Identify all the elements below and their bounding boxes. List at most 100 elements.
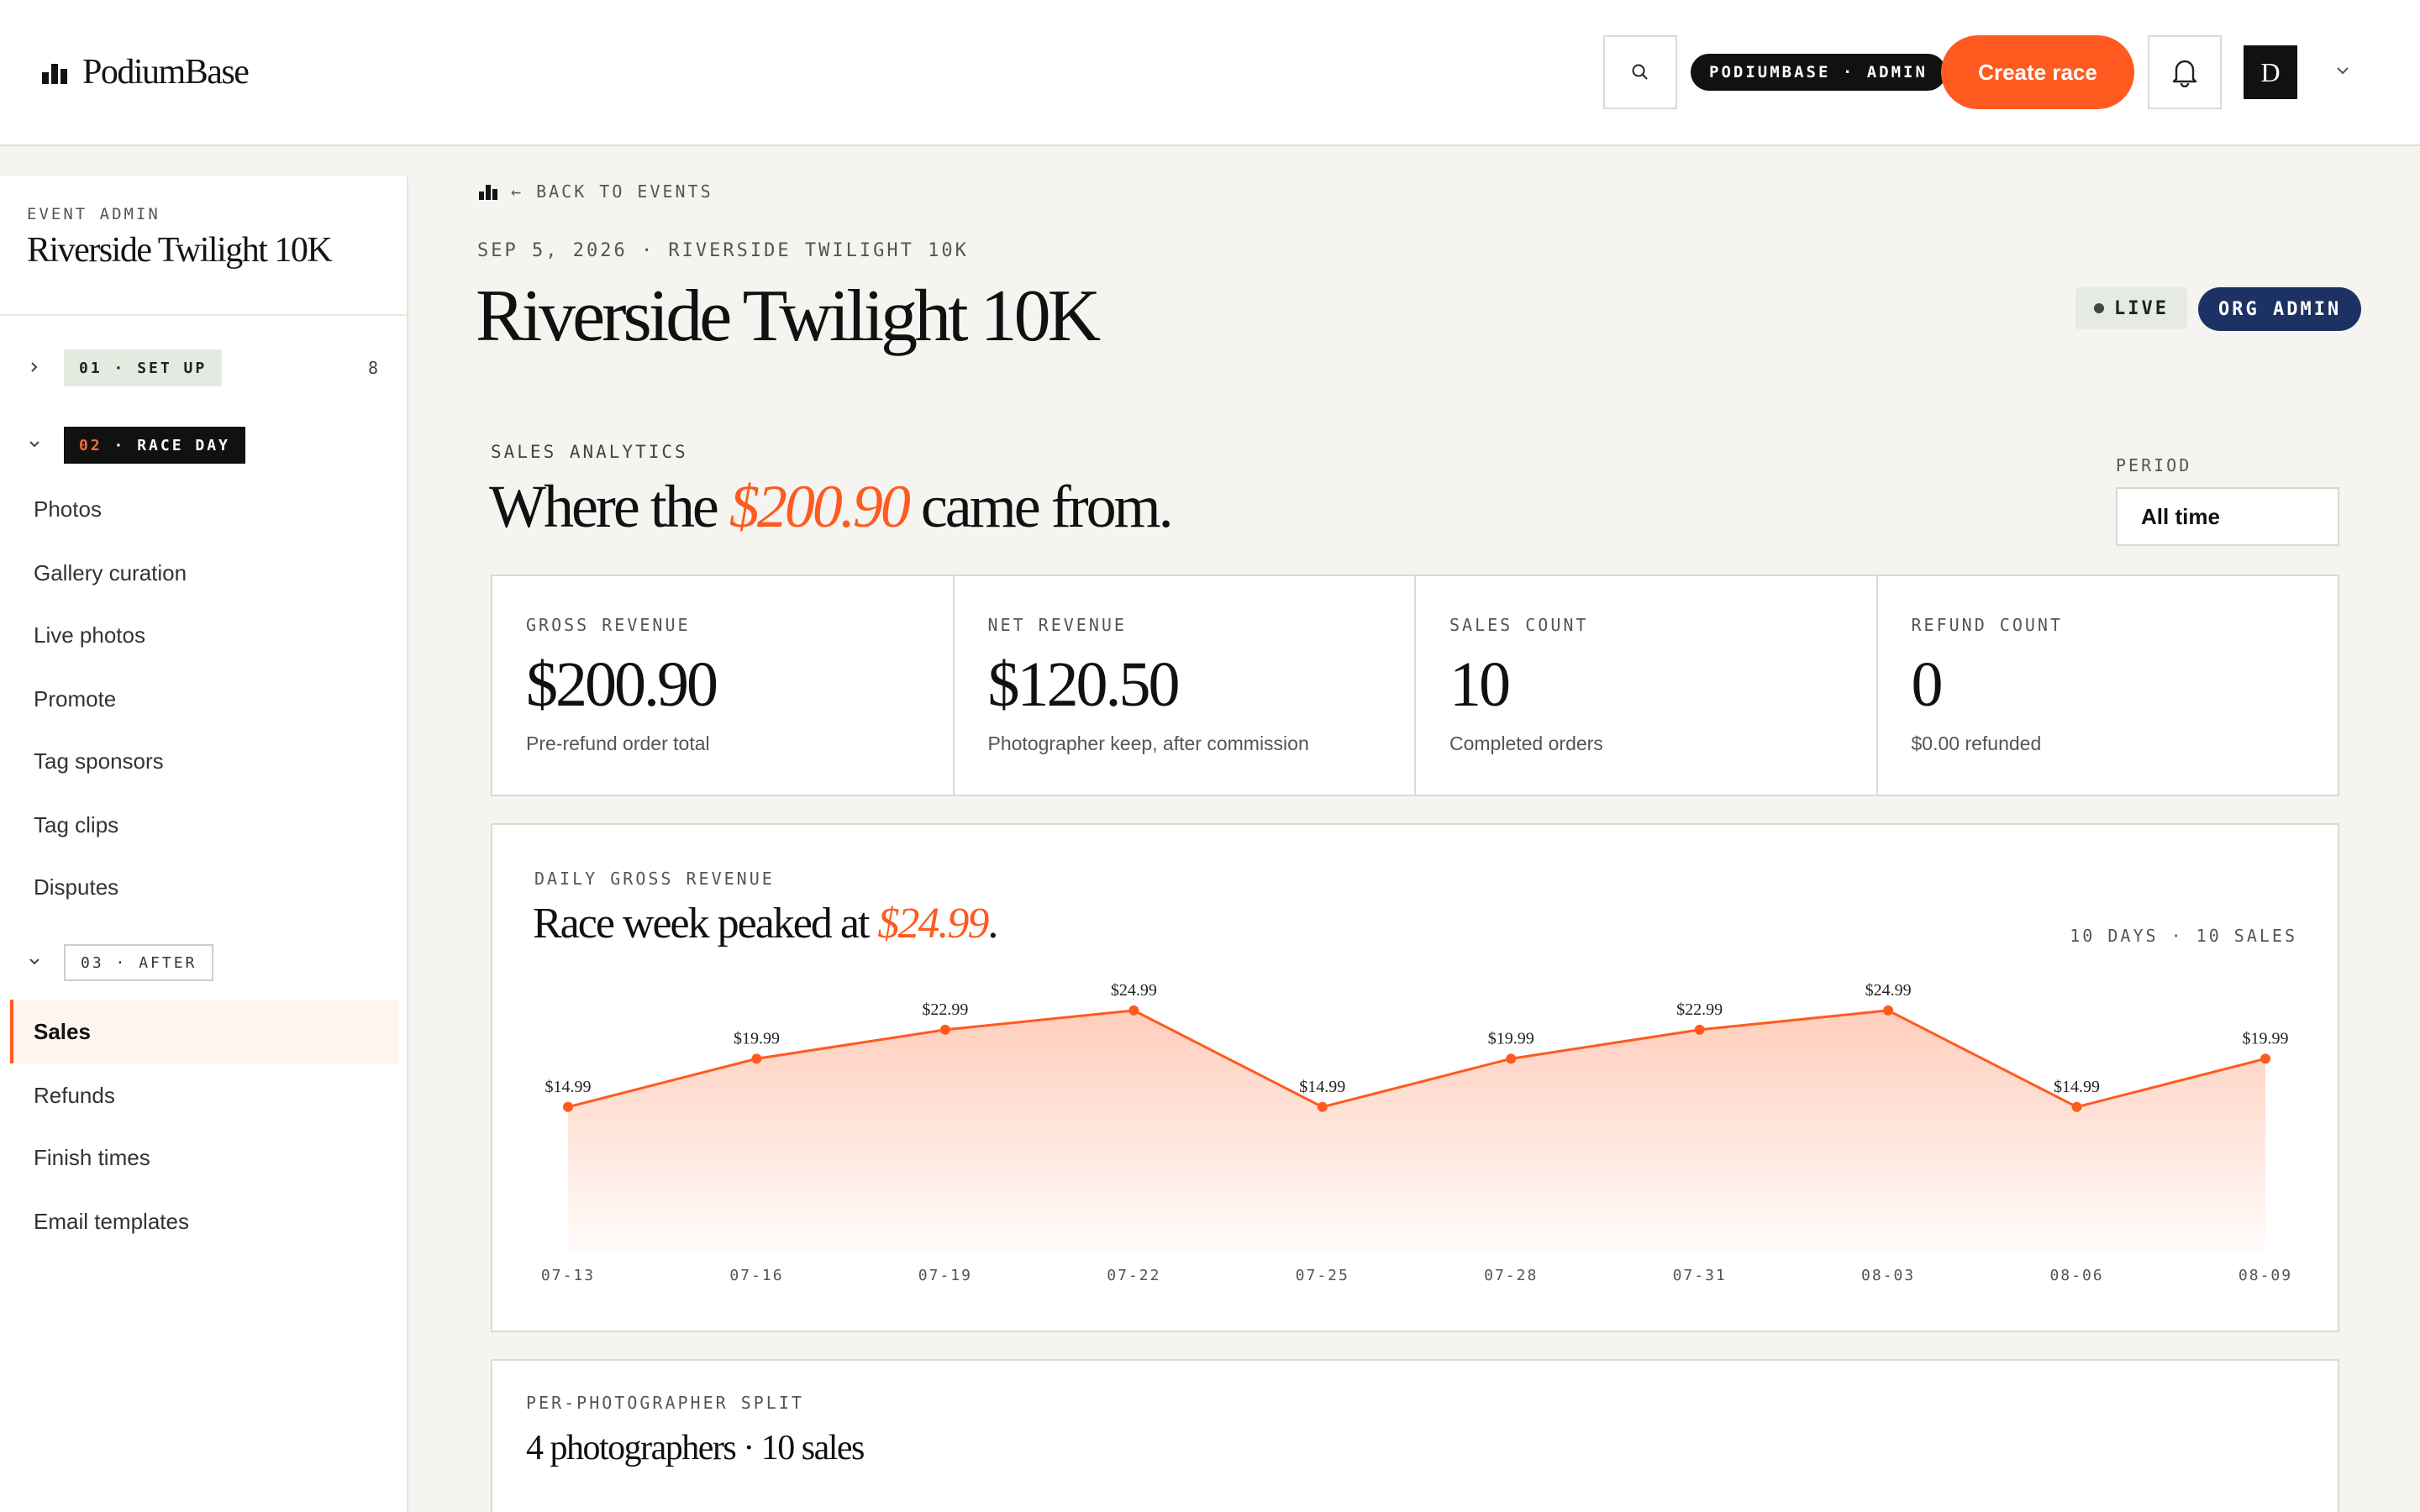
chart-data-label: $22.99 <box>922 1000 968 1019</box>
chart-data-label: $14.99 <box>1299 1078 1345 1096</box>
kpi-sales-count: SALES COUNT 10 Completed orders <box>1416 576 1878 795</box>
group-num: 01 <box>79 359 103 377</box>
chart-x-tick: 08-09 <box>2238 1267 2292 1284</box>
kpi-value: 10 <box>1449 649 1511 720</box>
sidebar-group-setup[interactable]: 01 · SET UP 8 <box>0 349 408 386</box>
bell-icon <box>2172 60 2197 87</box>
kpi-sub: Photographer keep, after commission <box>987 732 1309 754</box>
kpi-label: REFUND COUNT <box>1911 615 2063 635</box>
photographer-split-card: PER-PHOTOGRAPHER SPLIT 4 photographers ·… <box>491 1359 2339 1512</box>
org-admin-badge: ORG ADMIN <box>2198 287 2362 331</box>
back-to-events-link[interactable]: ← BACK TO EVENTS <box>479 181 713 202</box>
podium-icon <box>42 59 69 86</box>
group-count: 8 <box>367 358 378 378</box>
chart-data-label: $24.99 <box>1865 981 1912 1000</box>
chart-x-tick: 07-16 <box>729 1267 783 1284</box>
search-button[interactable] <box>1603 35 1677 109</box>
page-title: Riverside Twilight 10K <box>476 276 1101 357</box>
chart-point[interactable] <box>2071 1101 2082 1112</box>
live-status-badge: LIVE <box>2075 287 2187 329</box>
kpi-gross-revenue: GROSS REVENUE $200.90 Pre-refund order t… <box>492 576 955 795</box>
chart-data-label: $19.99 <box>1488 1029 1534 1047</box>
kpi-sub: Pre-refund order total <box>526 732 710 754</box>
chart-x-tick: 07-19 <box>918 1267 972 1284</box>
sidebar-item-photos[interactable]: Photos <box>10 477 398 541</box>
avatar[interactable]: D <box>2244 45 2297 99</box>
sidebar-item-tag-sponsors[interactable]: Tag sponsors <box>10 729 398 793</box>
sales-kicker: SALES ANALYTICS <box>491 442 688 462</box>
search-icon <box>1632 64 1648 80</box>
podium-icon <box>479 181 499 202</box>
notifications-button[interactable] <box>2148 35 2222 109</box>
kpi-label: GROSS REVENUE <box>526 615 691 635</box>
sidebar-item-live-photos[interactable]: Live photos <box>10 603 398 667</box>
chart-point[interactable] <box>751 1053 762 1064</box>
sales-head-pre: Where the <box>489 473 729 540</box>
chart-point[interactable] <box>1883 1005 1894 1016</box>
brand[interactable]: PodiumBase <box>42 52 250 92</box>
chart-point[interactable] <box>1317 1101 1328 1112</box>
chart-point[interactable] <box>1694 1024 1705 1035</box>
split-headline: 4 photographers · 10 sales <box>526 1429 865 1467</box>
chevron-down-icon <box>29 958 39 965</box>
sales-head-amount: $200.90 <box>729 473 911 540</box>
period-select[interactable]: All time <box>2116 487 2339 546</box>
sidebar-group-after[interactable]: 03 · AFTER <box>0 944 408 981</box>
kpi-sub: Completed orders <box>1449 732 1603 754</box>
chevron-down-icon <box>29 441 39 448</box>
chart-data-label: $19.99 <box>2243 1029 2289 1047</box>
group-badge-after: 03 · AFTER <box>64 944 214 981</box>
group-name: SET UP <box>137 359 208 377</box>
chart-point[interactable] <box>1128 1005 1139 1016</box>
daily-revenue-chart: $14.99 07-13 $19.99 07-16 $22.99 07-19 $24.99 0… <box>541 981 2292 1284</box>
period-label: PERIOD <box>2116 455 2192 475</box>
chart-area <box>568 1010 2265 1252</box>
kpi-refund-count: REFUND COUNT 0 $0.00 refunded <box>1878 576 2338 795</box>
kpi-value: 0 <box>1911 649 1944 720</box>
chart-point[interactable] <box>1506 1053 1517 1064</box>
group-badge-race-day: 02 · RACE DAY <box>64 427 245 464</box>
chart-x-tick: 08-06 <box>2049 1267 2103 1284</box>
back-label: ← BACK TO EVENTS <box>511 181 713 202</box>
kpi-net-revenue: NET REVENUE $120.50 Photographer keep, a… <box>955 576 1416 795</box>
sidebar-item-tag-clips[interactable]: Tag clips <box>10 793 398 857</box>
event-meta: SEP 5, 2026 · RIVERSIDE TWILIGHT 10K <box>477 240 969 261</box>
chart-data-label: $22.99 <box>1676 1000 1723 1019</box>
chart-x-tick: 07-25 <box>1296 1267 1349 1284</box>
chart-x-tick: 08-03 <box>1861 1267 1915 1284</box>
chart-point[interactable] <box>2260 1053 2270 1064</box>
group-badge-setup: 01 · SET UP <box>64 349 223 386</box>
sidebar-item-refunds[interactable]: Refunds <box>10 1063 398 1127</box>
kpi-value: $200.90 <box>526 649 718 720</box>
sidebar-kicker: EVENT ADMIN <box>27 205 160 223</box>
kpi-value: $120.50 <box>987 649 1181 720</box>
sidebar-item-finish-times[interactable]: Finish times <box>10 1126 398 1189</box>
sales-head-post: came from. <box>908 473 1174 540</box>
sidebar-item-gallery-curation[interactable]: Gallery curation <box>10 541 398 605</box>
sidebar-group-race-day[interactable]: 02 · RACE DAY <box>0 427 408 464</box>
sidebar-item-disputes[interactable]: Disputes <box>10 855 398 919</box>
create-race-button[interactable]: Create race <box>1941 35 2134 109</box>
sidebar-item-sales[interactable]: Sales <box>10 1000 398 1063</box>
chart-point[interactable] <box>939 1024 950 1035</box>
chart-point[interactable] <box>563 1101 573 1112</box>
sidebar-header: EVENT ADMIN Riverside Twilight 10K <box>0 176 407 316</box>
kpi-row: GROSS REVENUE $200.90 Pre-refund order t… <box>491 575 2339 796</box>
sidebar-item-promote[interactable]: Promote <box>10 667 398 731</box>
chevron-down-icon <box>2337 67 2349 75</box>
sidebar-item-email-templates[interactable]: Email templates <box>10 1189 398 1253</box>
chevron-right-icon <box>31 362 38 372</box>
account-menu-toggle[interactable] <box>2333 60 2353 81</box>
group-name: AFTER <box>139 953 197 972</box>
chart-x-tick: 07-28 <box>1484 1267 1538 1284</box>
chart-data-label: $24.99 <box>1111 981 1157 1000</box>
split-kicker: PER-PHOTOGRAPHER SPLIT <box>526 1393 804 1413</box>
kpi-label: NET REVENUE <box>987 615 1127 635</box>
chart-x-tick: 07-22 <box>1107 1267 1160 1284</box>
kpi-sub: $0.00 refunded <box>1911 732 2042 754</box>
chart-data-label: $14.99 <box>2054 1078 2100 1096</box>
live-dot-icon <box>2094 303 2104 313</box>
top-bar: PodiumBase PODIUMBASE · ADMIN Create rac… <box>0 0 2420 146</box>
sidebar-event-title: Riverside Twilight 10K <box>27 231 333 270</box>
group-name: RACE DAY <box>137 436 230 454</box>
